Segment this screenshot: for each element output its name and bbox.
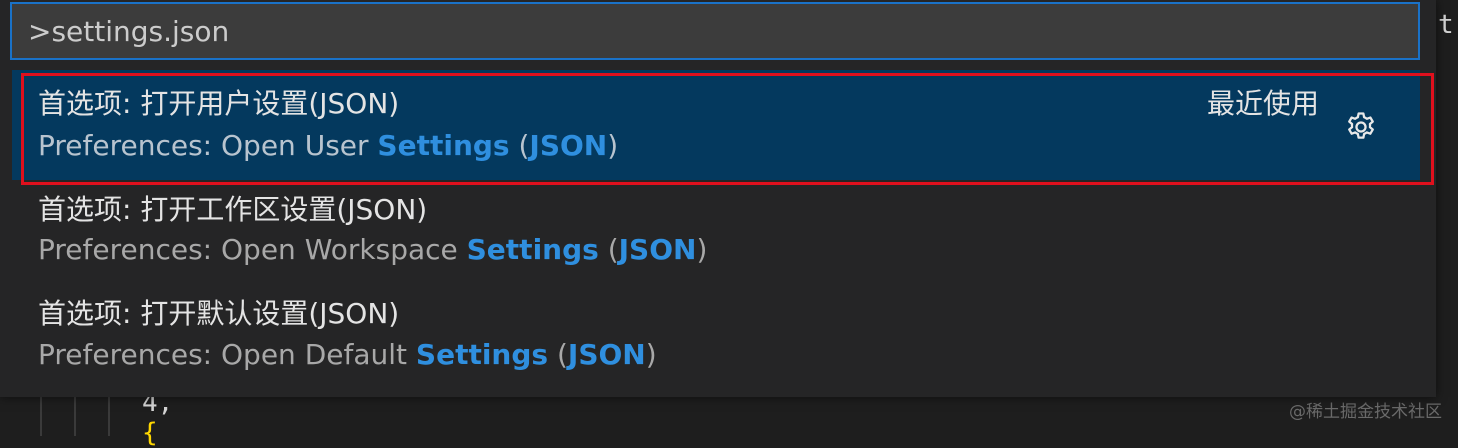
desc-text: ) [696, 233, 708, 266]
indent-guide [74, 395, 76, 436]
desc-text: Preferences: Open Default [38, 338, 416, 371]
command-item-open-workspace-settings-json[interactable]: 首选项: 打开工作区设置(JSON) Preferences: Open Wor… [12, 182, 1420, 292]
code-brace: { [142, 418, 158, 448]
match-highlight: Settings [466, 233, 599, 266]
recently-used-badge: 最近使用 [1207, 87, 1320, 120]
command-item-label: 首选项: 打开用户设置(JSON) [38, 87, 400, 120]
desc-text: ) [645, 338, 657, 371]
desc-text: Preferences: Open User [38, 129, 378, 162]
desc-text: ( [548, 338, 568, 371]
editor-partial-text: tr [1438, 10, 1458, 40]
code-line[interactable]: { [142, 418, 158, 448]
desc-text: ) [607, 129, 619, 162]
command-item-description: Preferences: Open Default Settings (JSON… [38, 338, 657, 371]
command-item-description: Preferences: Open Workspace Settings (JS… [38, 233, 707, 266]
desc-text: Preferences: Open Workspace [38, 233, 467, 266]
match-highlight: JSON [618, 233, 697, 266]
match-highlight: Settings [377, 129, 510, 162]
command-palette-input[interactable]: >settings.json [10, 2, 1420, 60]
watermark: @稀土掘金技术社区 [1289, 402, 1442, 422]
command-palette-input-value[interactable]: >settings.json [28, 15, 229, 48]
match-highlight: JSON [529, 129, 608, 162]
match-highlight: JSON [567, 338, 646, 371]
command-palette: >settings.json 首选项: 打开用户设置(JSON) Prefere… [0, 0, 1436, 397]
gear-icon[interactable] [1344, 110, 1378, 144]
command-item-open-user-settings-json[interactable]: 首选项: 打开用户设置(JSON) Preferences: Open User… [12, 70, 1420, 180]
indent-guide [108, 395, 110, 436]
match-highlight: Settings [415, 338, 549, 371]
desc-text: ( [509, 129, 530, 162]
command-item-open-default-settings-json[interactable]: 首选项: 打开默认设置(JSON) Preferences: Open Defa… [12, 288, 1420, 398]
command-item-label: 首选项: 打开工作区设置(JSON) [38, 193, 428, 226]
desc-text: ( [598, 233, 619, 266]
command-item-label: 首选项: 打开默认设置(JSON) [38, 297, 400, 330]
command-item-description: Preferences: Open User Settings (JSON) [38, 129, 618, 162]
indent-guide [40, 395, 42, 436]
